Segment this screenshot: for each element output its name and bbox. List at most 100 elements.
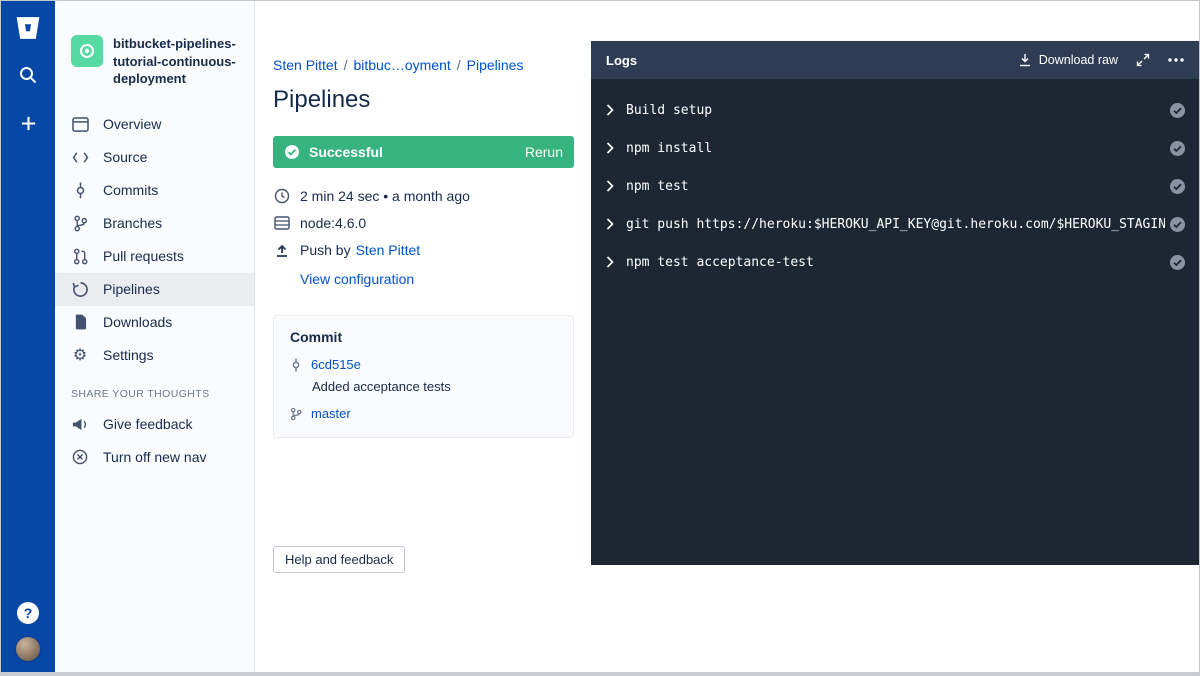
trigger-user-link[interactable]: Sten Pittet: [356, 242, 421, 258]
log-row-npm-install[interactable]: npm install: [591, 129, 1199, 167]
pipelines-icon: [71, 281, 89, 298]
help-glyph: ?: [24, 605, 33, 621]
rerun-button[interactable]: Rerun: [525, 144, 563, 160]
trigger-text: Push by: [300, 242, 351, 258]
log-step-label: git push https://heroku:$HEROKU_API_KEY@…: [626, 217, 1165, 232]
branch-link[interactable]: master: [311, 406, 351, 421]
commits-icon: [71, 182, 89, 199]
repo-avatar-icon: [71, 35, 103, 67]
log-step-label: npm test: [626, 179, 1165, 194]
chevron-right-icon[interactable]: [606, 256, 614, 268]
download-icon: [1018, 53, 1032, 67]
commit-hash-link[interactable]: 6cd515e: [311, 357, 361, 372]
breadcrumb-user-link[interactable]: Sten Pittet: [273, 57, 338, 73]
log-row-git-push[interactable]: git push https://heroku:$HEROKU_API_KEY@…: [591, 205, 1199, 243]
sidebar-item-label: Pull requests: [103, 248, 184, 264]
image-row: node:4.6.0: [273, 215, 574, 231]
fullscreen-icon[interactable]: [1136, 53, 1150, 67]
log-row-npm-test[interactable]: npm test: [591, 167, 1199, 205]
commit-branch-row: master: [290, 406, 557, 421]
sidebar-item-label: Turn off new nav: [103, 449, 207, 465]
sidebar-item-pull-requests[interactable]: Pull requests: [55, 240, 254, 273]
log-row-build-setup[interactable]: Build setup: [591, 91, 1199, 129]
logs-body: Build setup npm install: [591, 79, 1199, 565]
commit-card: Commit 6cd515e Added acceptance tests ma…: [273, 315, 574, 438]
sidebar-item-label: Source: [103, 149, 147, 165]
step-success-icon: [1169, 178, 1186, 195]
view-configuration-link[interactable]: View configuration: [300, 271, 414, 287]
sidebar-nav: Overview Source Commits Branches: [55, 108, 254, 372]
avatar[interactable]: [15, 636, 41, 662]
sidebar-item-turn-off-new-nav[interactable]: Turn off new nav: [55, 441, 254, 474]
sidebar-item-label: Pipelines: [103, 281, 160, 297]
duration-row: 2 min 24 sec • a month ago: [273, 188, 574, 204]
sidebar-item-overview[interactable]: Overview: [55, 108, 254, 141]
success-check-icon: [284, 144, 300, 160]
clock-icon: [273, 188, 290, 204]
logs-panel: Logs Download raw: [591, 41, 1199, 565]
image-text: node:4.6.0: [300, 215, 366, 231]
chevron-right-icon[interactable]: [606, 104, 614, 116]
sidebar-item-label: Commits: [103, 182, 158, 198]
page-title: Pipelines: [273, 86, 574, 114]
step-success-icon: [1169, 216, 1186, 233]
sidebar-item-label: Give feedback: [103, 416, 193, 432]
logs-title: Logs: [606, 53, 637, 68]
bitbucket-logo-icon[interactable]: [14, 15, 42, 41]
log-step-label: Build setup: [626, 103, 1165, 118]
app-window: ? bitbucket-pipelines-tutorial-continuou…: [0, 0, 1200, 676]
download-raw-label: Download raw: [1039, 53, 1118, 67]
breadcrumb-page-link[interactable]: Pipelines: [467, 57, 524, 73]
sidebar-item-branches[interactable]: Branches: [55, 207, 254, 240]
overview-icon: [71, 117, 89, 132]
chevron-right-icon[interactable]: [606, 180, 614, 192]
log-row-npm-test-acceptance[interactable]: npm test acceptance-test: [591, 243, 1199, 281]
commit-message: Added acceptance tests: [312, 379, 557, 394]
pull-requests-icon: [71, 248, 89, 265]
help-icon[interactable]: ?: [17, 602, 39, 624]
breadcrumb-separator: /: [457, 57, 461, 73]
sidebar-item-label: Overview: [103, 116, 161, 132]
trigger-row: Push by Sten Pittet: [273, 242, 574, 258]
branch-icon: [290, 407, 302, 421]
logs-actions: Download raw: [1018, 53, 1184, 67]
commit-card-title: Commit: [290, 329, 557, 345]
repo-name: bitbucket-pipelines-tutorial-continuous-…: [113, 35, 240, 88]
sidebar-item-give-feedback[interactable]: Give feedback: [55, 408, 254, 441]
search-icon[interactable]: [14, 61, 42, 89]
sidebar-item-source[interactable]: Source: [55, 141, 254, 174]
main-content: Sten Pittet / bitbuc…oyment / Pipelines …: [255, 1, 1199, 672]
sidebar-footer-nav: Give feedback Turn off new nav: [55, 408, 254, 474]
step-success-icon: [1169, 254, 1186, 271]
status-banner: Successful Rerun: [273, 136, 574, 168]
help-and-feedback-button[interactable]: Help and feedback: [273, 546, 405, 573]
breadcrumb-separator: /: [344, 57, 348, 73]
repo-header[interactable]: bitbucket-pipelines-tutorial-continuous-…: [55, 35, 254, 88]
log-step-label: npm test acceptance-test: [626, 255, 1165, 270]
sidebar-item-label: Branches: [103, 215, 162, 231]
sidebar-item-label: Settings: [103, 347, 154, 363]
pipeline-summary-column: Sten Pittet / bitbuc…oyment / Pipelines …: [255, 1, 591, 672]
sidebar-item-downloads[interactable]: Downloads: [55, 306, 254, 339]
chevron-right-icon[interactable]: [606, 218, 614, 230]
megaphone-icon: [71, 417, 89, 432]
chevron-right-icon[interactable]: [606, 142, 614, 154]
sidebar-item-settings[interactable]: ⚙ Settings: [55, 339, 254, 372]
more-options-icon[interactable]: [1168, 58, 1184, 62]
breadcrumb-repo-link[interactable]: bitbuc…oyment: [353, 57, 450, 73]
sidebar-item-commits[interactable]: Commits: [55, 174, 254, 207]
download-raw-button[interactable]: Download raw: [1018, 53, 1118, 67]
sidebar-item-pipelines[interactable]: Pipelines: [55, 273, 254, 306]
step-success-icon: [1169, 140, 1186, 157]
step-success-icon: [1169, 102, 1186, 119]
sidebar-item-label: Downloads: [103, 314, 172, 330]
commit-icon: [290, 358, 302, 372]
commit-hash-row: 6cd515e: [290, 357, 557, 372]
pipeline-details: 2 min 24 sec • a month ago node:4.6.0 Pu…: [273, 188, 574, 289]
push-icon: [273, 243, 290, 257]
repo-sidebar: bitbucket-pipelines-tutorial-continuous-…: [55, 1, 255, 672]
app-rail: ?: [1, 1, 55, 672]
plus-icon[interactable]: [14, 109, 42, 137]
duration-text: 2 min 24 sec • a month ago: [300, 188, 470, 204]
circle-x-icon: [71, 449, 89, 465]
